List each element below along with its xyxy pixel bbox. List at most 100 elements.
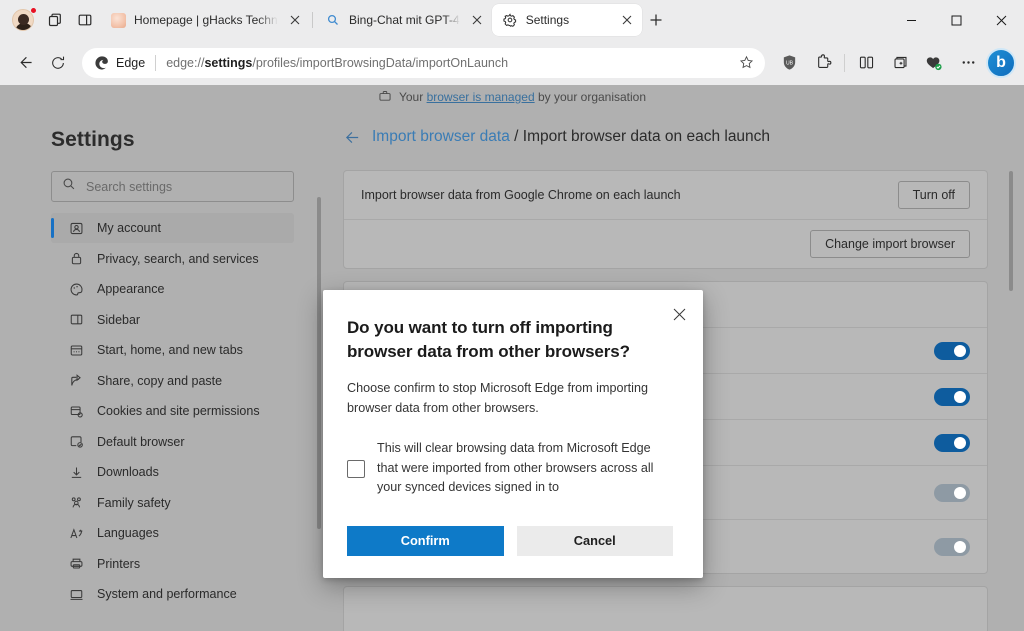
page-title: Settings xyxy=(51,128,135,151)
browser-essentials-icon[interactable] xyxy=(918,47,950,79)
tab-actions-icon[interactable] xyxy=(40,5,70,35)
next-card xyxy=(343,586,988,631)
managed-text: Your browser is managed by your organisa… xyxy=(399,90,646,104)
breadcrumb-link[interactable]: Import browser data xyxy=(372,128,510,145)
extensions-icon[interactable] xyxy=(807,47,839,79)
breadcrumb-current: Import browser data on each launch xyxy=(522,128,771,145)
gear-icon xyxy=(502,12,518,28)
split-screen-icon[interactable] xyxy=(850,47,882,79)
confirm-button[interactable]: Confirm xyxy=(347,525,504,556)
search-placeholder: Search settings xyxy=(86,179,173,194)
url-text: edge://settings/profiles/importBrowsingD… xyxy=(166,56,725,70)
edge-brand-label: Edge xyxy=(116,55,146,70)
tab-bing-chat[interactable]: Bing-Chat mit GPT-4 xyxy=(315,4,492,36)
sidebar-item-label: Privacy, search, and services xyxy=(97,251,259,266)
sidebar-item-start-home-new-tabs[interactable]: Start, home, and new tabs xyxy=(51,335,294,365)
sidebar-item-label: Default browser xyxy=(97,434,185,449)
address-bar[interactable]: Edge edge://settings/profiles/importBrow… xyxy=(82,47,765,78)
confirm-dialog: Do you want to turn off importing browse… xyxy=(323,290,703,578)
url-bold: settings xyxy=(204,55,253,70)
dialog-checkbox-row[interactable]: This will clear browsing data from Micro… xyxy=(347,439,673,498)
sidebar-item-downloads[interactable]: Downloads xyxy=(51,457,294,487)
collections-icon[interactable] xyxy=(884,47,916,79)
new-tab-icon[interactable] xyxy=(642,6,670,34)
sidebar-item-label: Cookies and site permissions xyxy=(97,404,260,418)
close-icon[interactable] xyxy=(618,11,636,29)
close-icon[interactable] xyxy=(286,11,304,29)
default-browser-icon xyxy=(68,434,84,450)
copilot-icon[interactable]: b xyxy=(986,47,1016,78)
turn-off-button[interactable]: Turn off xyxy=(897,181,970,209)
window-icon xyxy=(68,342,84,358)
refresh-icon[interactable] xyxy=(42,47,74,79)
clear-data-checkbox[interactable] xyxy=(347,459,365,478)
sidebar-item-sidebar[interactable]: Sidebar xyxy=(51,305,294,335)
sidebar-item-label: Languages xyxy=(97,526,159,540)
toolbar-divider xyxy=(844,53,845,72)
sidebar-item-appearance[interactable]: Appearance xyxy=(51,274,294,304)
window-controls xyxy=(889,0,1024,40)
search-settings-input[interactable]: Search settings xyxy=(51,171,294,202)
url-suffix: /profiles/importBrowsingData/importOnLau… xyxy=(252,55,509,70)
close-icon[interactable] xyxy=(979,4,1024,36)
favourite-star-icon[interactable] xyxy=(733,50,759,76)
main-scrollbar[interactable] xyxy=(1009,171,1013,291)
close-icon[interactable] xyxy=(468,11,486,29)
row-toggle[interactable] xyxy=(934,341,970,360)
import-on-launch-card: Import browser data from Google Chrome o… xyxy=(343,170,988,269)
row-toggle[interactable] xyxy=(934,433,970,452)
sidebar-item-printers[interactable]: Printers xyxy=(51,549,294,579)
tab-settings[interactable]: Settings xyxy=(491,4,642,36)
back-icon[interactable] xyxy=(8,47,40,79)
sidebar-item-system-and-performance[interactable]: System and performance xyxy=(51,579,294,609)
sidebar-item-cookies-site-permissions[interactable]: Cookies and site permissions xyxy=(51,396,294,426)
split-screen-icon[interactable] xyxy=(70,5,100,35)
tracking-prevention-icon[interactable]: UB xyxy=(773,47,805,79)
maximize-icon[interactable] xyxy=(934,4,979,36)
language-icon xyxy=(68,525,84,541)
settings-and-more-icon[interactable] xyxy=(952,47,984,79)
managed-suffix: by your organisation xyxy=(534,90,647,104)
breadcrumb: Import browser data / Import browser dat… xyxy=(343,128,988,146)
page-viewport: Your browser is managed by your organisa… xyxy=(0,85,1024,631)
sidebar-item-label: Appearance xyxy=(97,282,165,296)
cookies-icon xyxy=(68,403,84,419)
download-icon xyxy=(68,464,84,480)
back-arrow-icon[interactable] xyxy=(343,128,361,146)
edge-brand: Edge xyxy=(94,55,145,71)
profile-avatar[interactable] xyxy=(6,5,40,35)
sidebar-item-languages[interactable]: Languages xyxy=(51,518,294,548)
breadcrumb-text: Import browser data / Import browser dat… xyxy=(372,128,770,146)
avatar-notification-badge xyxy=(30,7,37,14)
cancel-button[interactable]: Cancel xyxy=(516,525,673,556)
sidebar-item-privacy-search-services[interactable]: Privacy, search, and services xyxy=(51,244,294,274)
share-icon xyxy=(68,373,84,389)
copilot-glyph: b xyxy=(996,53,1006,71)
breadcrumb-separator: / xyxy=(509,128,523,145)
change-browser-row: Change import browser xyxy=(344,220,987,268)
row-toggle[interactable] xyxy=(934,537,970,556)
monitor-icon xyxy=(68,586,84,602)
table-row xyxy=(344,587,987,631)
managed-link[interactable]: browser is managed xyxy=(427,90,535,104)
dialog-body: Choose confirm to stop Microsoft Edge fr… xyxy=(347,381,648,415)
sidebar-scrollbar[interactable] xyxy=(317,197,321,529)
search-icon xyxy=(62,177,76,196)
sidebar-item-default-browser[interactable]: Default browser xyxy=(51,427,294,457)
tab-homepage-ghacks[interactable]: Homepage | gHacks Technology xyxy=(100,4,310,36)
browser-toolbar: Edge edge://settings/profiles/importBrow… xyxy=(0,40,1024,85)
palette-icon xyxy=(68,281,84,297)
sidebar-item-family-safety[interactable]: Family safety xyxy=(51,488,294,518)
dialog-actions: Confirm Cancel xyxy=(347,525,673,556)
minimize-icon[interactable] xyxy=(889,4,934,36)
sidebar-item-my-account[interactable]: My account xyxy=(51,213,294,243)
close-icon[interactable] xyxy=(666,301,692,327)
change-import-browser-button[interactable]: Change import browser xyxy=(810,230,970,258)
row-toggle[interactable] xyxy=(934,483,970,502)
sidebar-item-share-copy-paste[interactable]: Share, copy and paste xyxy=(51,366,294,396)
search-icon xyxy=(325,12,341,28)
omnibox-divider xyxy=(155,54,157,71)
managed-banner: Your browser is managed by your organisa… xyxy=(0,85,1024,109)
row-toggle[interactable] xyxy=(934,387,970,406)
sidebar-item-label: Sidebar xyxy=(97,312,141,327)
